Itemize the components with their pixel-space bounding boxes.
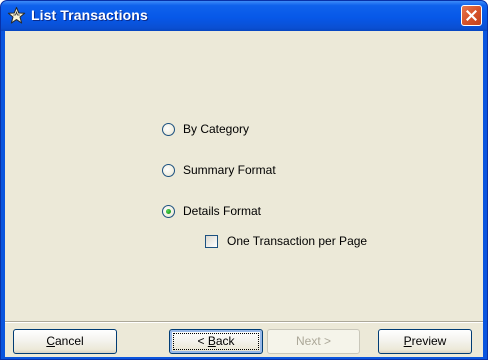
close-button[interactable] [461,5,482,26]
checkbox-label: One Transaction per Page [227,234,368,248]
radio-label-details-format: Details Format [183,204,262,218]
window-title: List Transactions [31,7,148,23]
back-button[interactable]: < Back [169,329,263,354]
radio-button-selected[interactable] [162,204,175,218]
radio-button[interactable] [162,122,175,136]
separator [5,321,483,323]
close-icon [466,10,477,21]
star-icon [7,6,26,24]
radio-details-format[interactable]: Details Format [162,204,261,218]
dialog-window: List Transactions By Category Summary Fo… [0,0,488,360]
radio-button[interactable] [162,163,175,177]
dialog-body: By Category Summary Format Details Forma… [5,31,483,357]
cancel-button[interactable]: Cancel [13,329,117,354]
radio-label-by-category: By Category [183,122,250,136]
title-bar[interactable]: List Transactions [1,1,487,31]
radio-label-summary-format: Summary Format [183,163,276,177]
radio-by-category[interactable]: By Category [162,122,249,136]
format-options: By Category Summary Format Details Forma… [5,31,483,321]
preview-button[interactable]: Preview [378,329,472,354]
checkbox[interactable] [205,234,218,248]
checkbox-one-transaction-per-page[interactable]: One Transaction per Page [205,234,367,248]
radio-summary-format[interactable]: Summary Format [162,163,276,177]
next-button[interactable]: Next > [267,329,360,354]
